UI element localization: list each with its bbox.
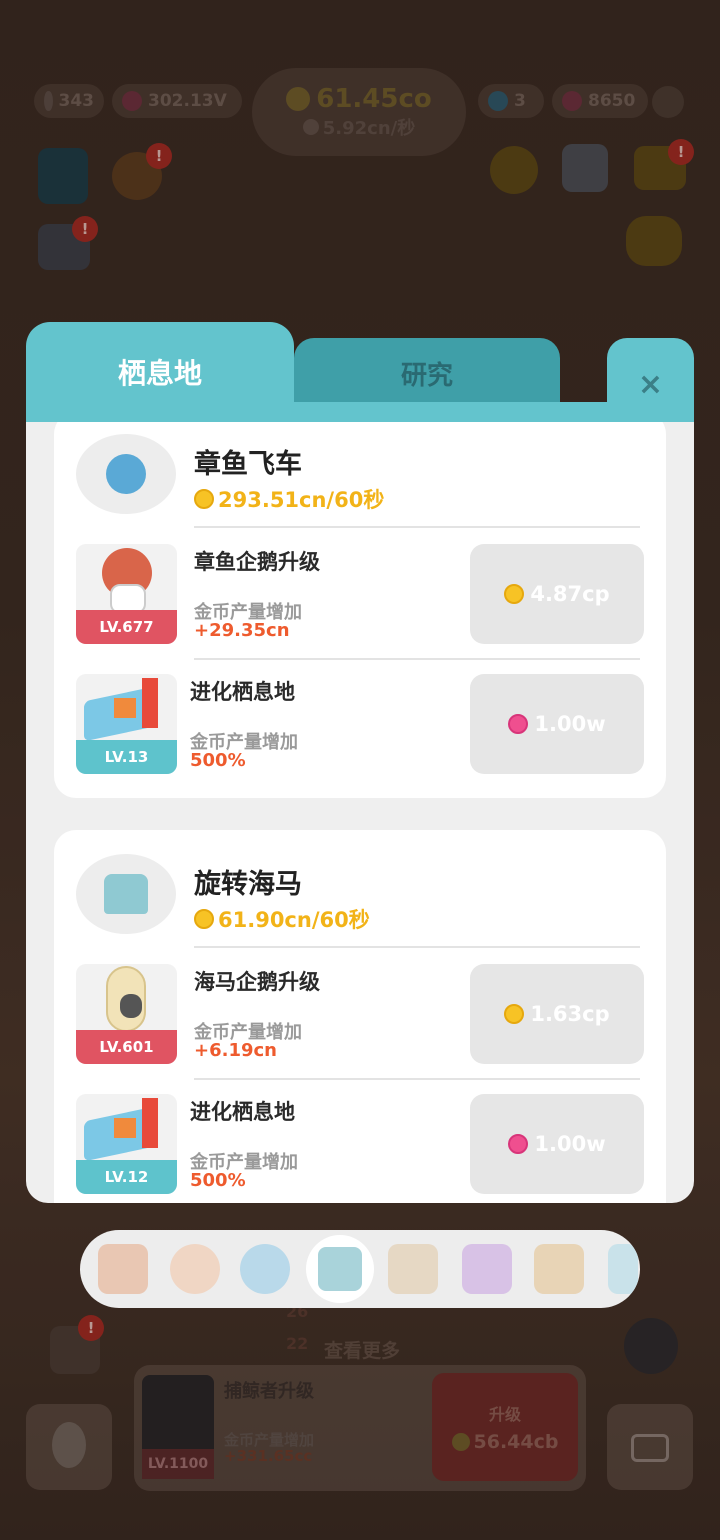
habitat-rate: 293.51cn/60秒 xyxy=(194,484,384,514)
ferris-wheel-habitat-icon[interactable] xyxy=(170,1244,220,1294)
upgrade-value: +6.19cn xyxy=(194,1040,277,1061)
partial-habitat-icon[interactable] xyxy=(608,1244,638,1294)
upgrade-title: 进化栖息地 xyxy=(190,1100,295,1124)
panel-header-bar xyxy=(26,402,694,424)
habitat-list[interactable]: 章鱼飞车 293.51cn/60秒 LV.677 章鱼企鹅升级 金币产量增加 +… xyxy=(26,422,694,1203)
habitat-rate: 61.90cn/60秒 xyxy=(194,904,370,934)
upgrade-price: 1.00w xyxy=(534,712,606,736)
upgrade-level: LV.12 xyxy=(76,1160,177,1194)
upgrade-value: 500% xyxy=(190,750,246,771)
divider xyxy=(194,946,640,948)
habitat-rate-value: 293.51cn/60秒 xyxy=(218,488,385,512)
divider xyxy=(194,526,640,528)
close-icon: × xyxy=(637,366,664,402)
divider xyxy=(194,658,640,660)
upgrade-price: 1.63cp xyxy=(530,1002,610,1026)
upgrade-price: 4.87cp xyxy=(530,582,610,606)
coin-icon xyxy=(504,584,525,604)
upgrade-price: 1.00w xyxy=(534,1132,606,1156)
tab-research-label: 研究 xyxy=(400,360,453,391)
habitat-card: 章鱼飞车 293.51cn/60秒 LV.677 章鱼企鹅升级 金币产量增加 +… xyxy=(54,422,666,798)
habitat-rate-value: 61.90cn/60秒 xyxy=(218,908,370,932)
gem-icon xyxy=(508,1134,529,1154)
upgrade-value: 500% xyxy=(190,1170,246,1191)
upgrade-title: 进化栖息地 xyxy=(190,680,295,704)
coin-icon xyxy=(504,1004,525,1024)
habitat-name: 旋转海马 xyxy=(194,869,302,900)
upgrade-price-button[interactable]: 1.00w xyxy=(470,674,644,774)
evolve-habitat-icon: LV.13 xyxy=(76,674,177,774)
octopus-ride-icon xyxy=(76,434,176,514)
coin-icon xyxy=(194,489,214,509)
upgrade-title: 海马企鹅升级 xyxy=(194,970,320,994)
upgrade-price-button[interactable]: 1.00w xyxy=(470,1094,644,1194)
tab-habitat-label: 栖息地 xyxy=(117,357,202,390)
coin-icon xyxy=(194,909,214,929)
divider xyxy=(194,1078,640,1080)
upgrade-price-button[interactable]: 4.87cp xyxy=(470,544,644,644)
upgrade-level: LV.677 xyxy=(76,610,177,644)
seahorse-carousel-habitat-icon xyxy=(318,1247,362,1291)
gem-icon xyxy=(508,714,529,734)
selected-habitat-indicator[interactable] xyxy=(306,1235,374,1303)
habitat-carousel[interactable] xyxy=(80,1230,640,1308)
upgrade-value: +29.35cn xyxy=(194,620,290,641)
octopus-ride-habitat-icon[interactable] xyxy=(240,1244,290,1294)
octopus-penguin-icon: LV.677 xyxy=(76,544,177,644)
rocket-habitat-icon[interactable] xyxy=(98,1244,148,1294)
building-habitat-icon[interactable] xyxy=(462,1244,512,1294)
seahorse-carousel-icon xyxy=(76,854,176,934)
habitat-card: 旋转海马 61.90cn/60秒 LV.601 海马企鹅升级 金币产量增加 +6… xyxy=(54,830,666,1203)
upgrade-level: LV.13 xyxy=(76,740,177,774)
upgrade-level: LV.601 xyxy=(76,1030,177,1064)
mountain-habitat-icon[interactable] xyxy=(388,1244,438,1294)
upgrade-price-button[interactable]: 1.63cp xyxy=(470,964,644,1064)
tab-research[interactable]: 研究 xyxy=(294,338,560,408)
evolve-habitat-icon: LV.12 xyxy=(76,1094,177,1194)
upgrade-title: 章鱼企鹅升级 xyxy=(194,550,320,574)
habitat-name: 章鱼飞车 xyxy=(194,449,302,480)
seahorse-penguin-icon: LV.601 xyxy=(76,964,177,1064)
teddy-habitat-icon[interactable] xyxy=(534,1244,584,1294)
